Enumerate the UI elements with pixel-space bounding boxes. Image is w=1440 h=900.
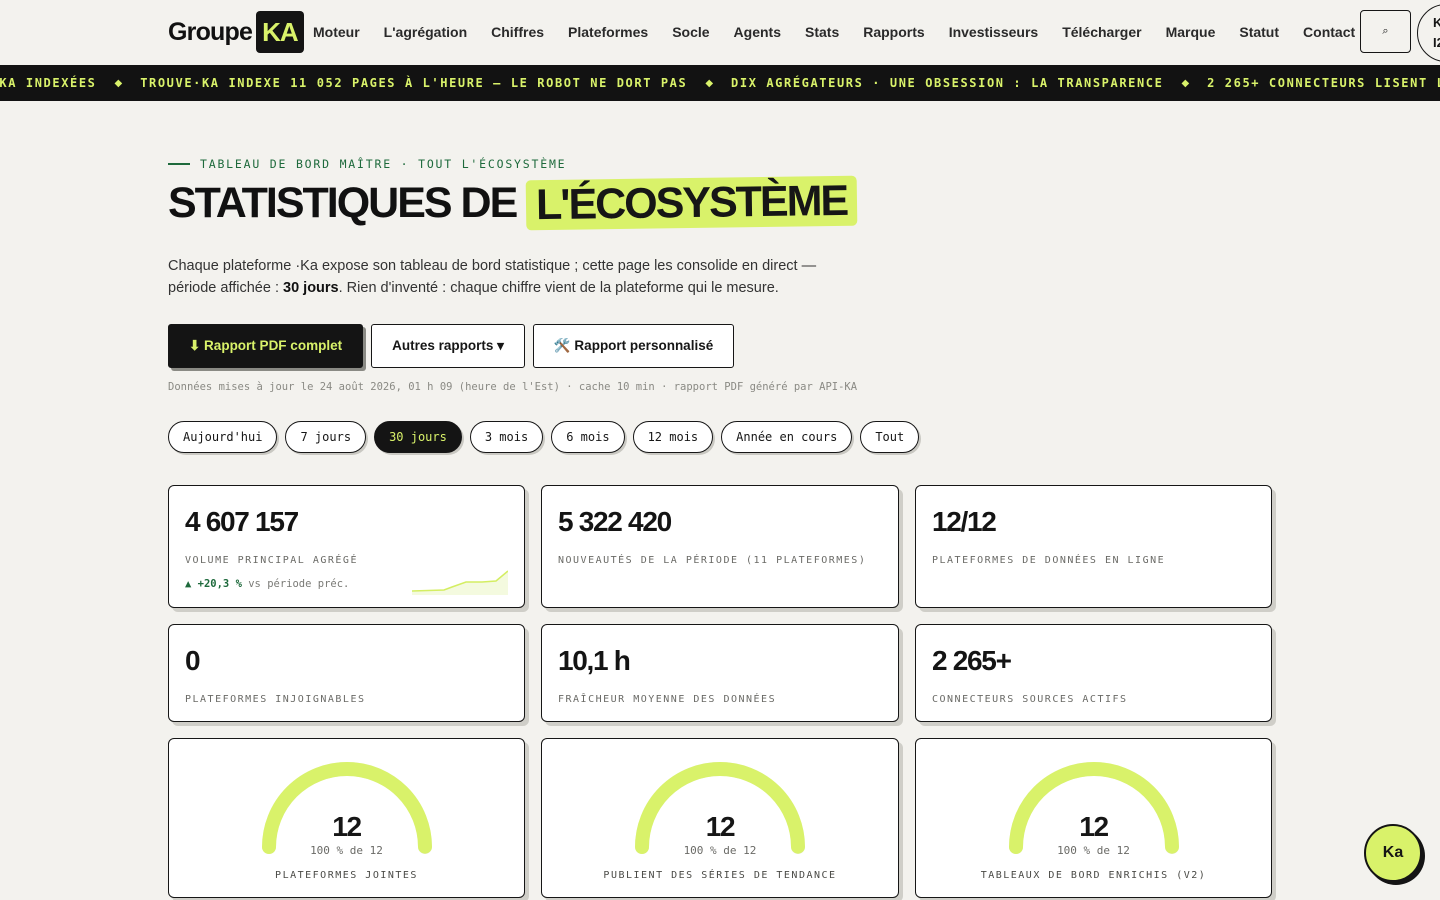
gauge-card-trend-series: 12 100 % de 12 PUBLIENT DES SÉRIES DE TE… xyxy=(541,738,899,898)
stat-label: FRAÎCHEUR MOYENNE DES DONNÉES xyxy=(558,694,777,705)
gauge-value: 12 xyxy=(1079,811,1109,842)
stat-label: VOLUME PRINCIPAL AGRÉGÉ xyxy=(185,555,358,566)
nav-menu: Moteur L'agrégation Chiffres Plateformes Soc… xyxy=(313,0,1355,64)
stat-value: 5 322 420 xyxy=(558,506,672,537)
logo[interactable]: Groupe KA xyxy=(168,10,304,54)
search-button[interactable]: ⌕ xyxy=(1360,10,1411,53)
sparkline xyxy=(412,570,508,595)
stat-value: 10,1 h xyxy=(558,645,631,676)
nav-item-1[interactable]: L'agrégation xyxy=(384,24,467,40)
gauge-label: PLATEFORMES JOINTES xyxy=(275,870,418,881)
period-pill[interactable]: Tout xyxy=(860,421,920,453)
custom-report-button[interactable]: 🛠️ Rapport personnalisé xyxy=(532,324,735,368)
lead-period: 30 jours xyxy=(283,280,339,296)
nav-item-6[interactable]: Stats xyxy=(805,24,839,40)
period-pill[interactable]: 7 jours xyxy=(285,421,367,453)
news-ticker: S SITES ·KA INDEXÉES ◆ TROUVE·KA INDEXE 11… xyxy=(0,65,1440,101)
search-icon: ⌕ xyxy=(1382,25,1389,37)
lead-paragraph: Chaque plateforme ·Ka expose son tableau… xyxy=(168,255,858,299)
delta-suffix: vs période préc. xyxy=(241,578,350,590)
period-pill[interactable]: Année en cours xyxy=(721,421,853,453)
stat-label: NOUVEAUTÉS DE LA PÉRIODE (11 PLATEFORMES… xyxy=(558,555,867,566)
ticker-track: S SITES ·KA INDEXÉES ◆ TROUVE·KA INDEXE 11… xyxy=(0,65,1440,101)
stat-card-connectors: 2 265+ CONNECTEURS SOURCES ACTIFS xyxy=(915,624,1272,722)
report-actions: ⬇ Rapport PDF complet Autres rapports ▾ … xyxy=(168,324,735,368)
stat-card-freshness: 10,1 h FRAÎCHEUR MOYENNE DES DONNÉES xyxy=(541,624,899,722)
title-highlight: L'ÉCOSYSTÈME xyxy=(525,175,858,231)
profile-button[interactable]: K I2 xyxy=(1417,4,1440,62)
page-title: STATISTIQUES DE L'ÉCOSYSTÈME xyxy=(168,175,858,231)
gauge-value: 12 xyxy=(705,811,736,842)
nav-item-5[interactable]: Agents xyxy=(734,24,781,40)
stat-value: 2 265+ xyxy=(932,645,1012,676)
gauge-label: PUBLIENT DES SÉRIES DE TENDANCE xyxy=(603,870,837,881)
ticker-item: DIX AGRÉGATEURS · UNE OBSESSION : LA TRA… xyxy=(731,76,1164,90)
pdf-report-label: ⬇ Rapport PDF complet xyxy=(189,338,343,353)
lead-text-2: . Rien d'inventé : chaque chiffre vient … xyxy=(338,280,779,296)
chat-assistant-button[interactable]: Ka xyxy=(1364,824,1422,882)
chat-assistant-label: Ka xyxy=(1382,844,1404,861)
gauge-label: TABLEAUX DE BORD ENRICHIS (V2) xyxy=(980,870,1207,881)
period-filter: Aujourd'hui 7 jours 30 jours 3 mois 6 mois 12… xyxy=(168,421,920,453)
stat-label: PLATEFORMES INJOIGNABLES xyxy=(185,694,366,705)
nav-item-4[interactable]: Socle xyxy=(672,24,709,40)
eyebrow-rule xyxy=(168,163,190,165)
custom-report-label: 🛠️ Rapport personnalisé xyxy=(553,338,714,353)
profile-line-1: K xyxy=(1433,13,1440,33)
nav-item-10[interactable]: Marque xyxy=(1166,24,1216,40)
stat-value: 4 607 157 xyxy=(185,506,299,537)
gauge-subtext: 100 % de 12 xyxy=(1057,844,1130,857)
stat-delta: ▲ +20,3 % vs période préc. xyxy=(185,578,349,590)
other-reports-dropdown[interactable]: Autres rapports ▾ xyxy=(371,324,525,368)
stat-card-new-items: 5 322 420 NOUVEAUTÉS DE LA PÉRIODE (11 P… xyxy=(541,485,899,608)
logo-badge: KA xyxy=(256,11,304,53)
title-main: STATISTIQUES DE xyxy=(168,178,518,227)
gauge-value: 12 xyxy=(332,811,362,842)
nav-item-9[interactable]: Télécharger xyxy=(1062,24,1141,40)
eyebrow-text: TABLEAU DE BORD MAÎTRE · TOUT L'ÉCOSYSTÈ… xyxy=(200,157,567,171)
nav-item-11[interactable]: Statut xyxy=(1239,24,1279,40)
period-pill[interactable]: 6 mois xyxy=(551,421,625,453)
nav-item-12[interactable]: Contact xyxy=(1303,24,1355,40)
gauge-card-enriched-dashboards: 12 100 % de 12 TABLEAUX DE BORD ENRICHIS… xyxy=(915,738,1272,898)
delta-value: ▲ +20,3 % xyxy=(185,578,242,590)
gauge-card-joined: 12 100 % de 12 PLATEFORMES JOINTES xyxy=(168,738,525,898)
ticker-separator: ◆ xyxy=(705,77,714,89)
period-pill[interactable]: 3 mois xyxy=(469,421,544,453)
gauge-subtext: 100 % de 12 xyxy=(683,844,757,857)
gauge-subtext: 100 % de 12 xyxy=(310,844,383,857)
top-navigation: Groupe KA Moteur L'agrégation Chiffres Plat… xyxy=(0,0,1440,64)
eyebrow: TABLEAU DE BORD MAÎTRE · TOUT L'ÉCOSYSTÈ… xyxy=(168,157,566,171)
nav-item-3[interactable]: Plateformes xyxy=(568,24,648,40)
ticker-separator: ◆ xyxy=(1181,77,1190,89)
stat-card-platforms-online: 12/12 PLATEFORMES DE DONNÉES EN LIGNE xyxy=(915,485,1272,608)
stat-card-unreachable: 0 PLATEFORMES INJOIGNABLES xyxy=(168,624,525,722)
period-pill[interactable]: 30 jours xyxy=(374,421,462,453)
stat-label: CONNECTEURS SOURCES ACTIFS xyxy=(932,694,1128,705)
nav-item-0[interactable]: Moteur xyxy=(313,24,360,40)
update-meta: Données mises à jour le 24 août 2026, 01… xyxy=(168,381,858,393)
nav-item-2[interactable]: Chiffres xyxy=(491,24,544,40)
stat-value: 0 xyxy=(185,645,201,676)
pdf-report-button[interactable]: ⬇ Rapport PDF complet xyxy=(168,324,364,368)
other-reports-label: Autres rapports ▾ xyxy=(392,338,504,353)
ticker-item: TROUVE·KA INDEXE 11 052 PAGES À L'HEURE … xyxy=(140,76,688,90)
nav-item-8[interactable]: Investisseurs xyxy=(949,24,1039,40)
profile-line-2: I2 xyxy=(1433,35,1440,50)
nav-item-7[interactable]: Rapports xyxy=(863,24,924,40)
ticker-item: 2 265+ CONNECTEURS LISENT LES SOU xyxy=(1207,76,1440,90)
ticker-item: S SITES ·KA INDEXÉES xyxy=(0,76,97,90)
period-pill[interactable]: 12 mois xyxy=(632,421,714,453)
ticker-separator: ◆ xyxy=(114,77,123,89)
stat-card-volume: 4 607 157 VOLUME PRINCIPAL AGRÉGÉ ▲ +20,… xyxy=(168,485,525,608)
stat-value: 12/12 xyxy=(932,506,997,537)
stat-label: PLATEFORMES DE DONNÉES EN LIGNE xyxy=(932,555,1166,566)
logo-text: Groupe xyxy=(168,17,253,46)
period-pill[interactable]: Aujourd'hui xyxy=(168,421,278,453)
